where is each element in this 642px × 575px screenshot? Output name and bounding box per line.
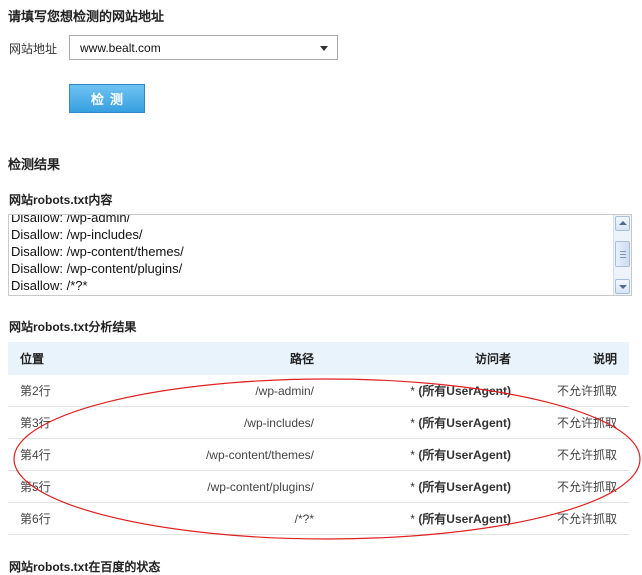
robots-content-title: 网站robots.txt内容 <box>9 193 113 207</box>
robots-line: Disallow: /wp-content/themes/ <box>11 244 184 259</box>
url-select[interactable]: www.bealt.com <box>69 35 338 60</box>
arrow-up-icon[interactable] <box>615 216 630 231</box>
robots-lines: Disallow: /wp-admin/ Disallow: /wp-inclu… <box>11 214 184 294</box>
chevron-down-icon[interactable] <box>320 46 328 51</box>
form-title: 请填写您想检测的网站地址 <box>8 9 165 24</box>
url-select-value: www.bealt.com <box>80 40 161 55</box>
annotation-ellipse <box>13 378 641 540</box>
robots-line: Disallow: /*?* <box>11 278 88 293</box>
url-label: 网站地址 <box>9 42 58 56</box>
scrollbar-thumb[interactable] <box>615 241 630 267</box>
robots-line: Disallow: /wp-content/plugins/ <box>11 261 183 276</box>
analysis-title: 网站robots.txt分析结果 <box>9 320 137 334</box>
robots-line: Disallow: /wp-admin/ <box>11 214 131 225</box>
robots-content-box[interactable]: Disallow: /wp-admin/ Disallow: /wp-inclu… <box>8 214 632 296</box>
baidu-status-title: 网站robots.txt在百度的状态 <box>9 560 161 574</box>
vertical-scrollbar[interactable] <box>613 215 631 295</box>
arrow-down-icon[interactable] <box>615 279 630 294</box>
robots-line: Disallow: /wp-includes/ <box>11 227 143 242</box>
check-button[interactable]: 检测 <box>69 84 145 113</box>
result-title: 检测结果 <box>8 157 61 172</box>
